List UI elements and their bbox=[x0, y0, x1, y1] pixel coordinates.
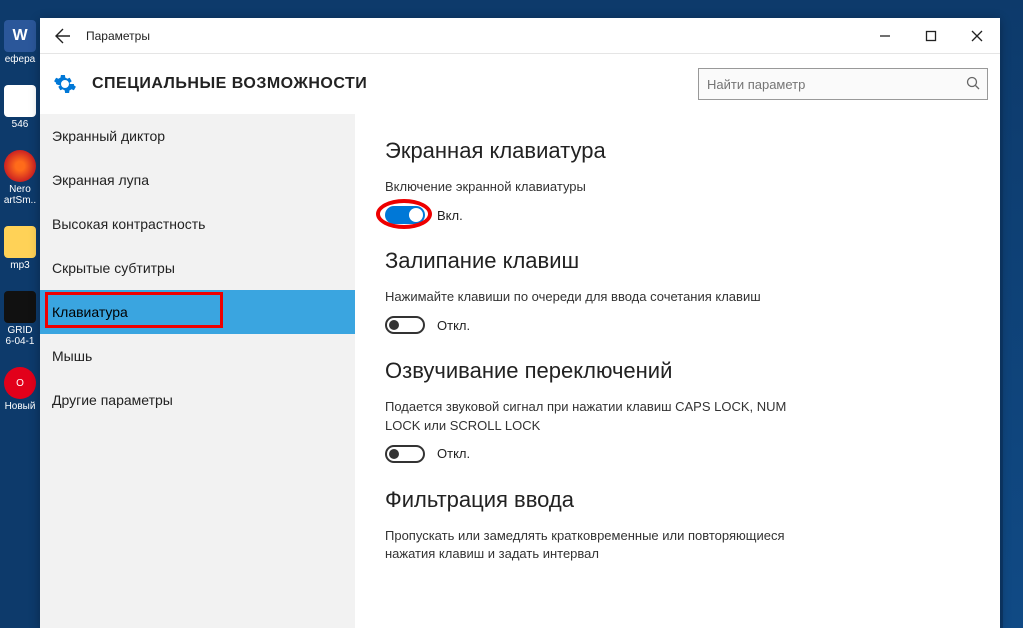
sidebar-item-magnifier[interactable]: Экранная лупа bbox=[40, 158, 355, 202]
desktop-right-strip bbox=[1003, 0, 1023, 628]
close-icon bbox=[971, 30, 983, 42]
section-sticky-keys: Залипание клавиш Нажимайте клавиши по оч… bbox=[385, 248, 970, 334]
arrow-left-icon bbox=[55, 28, 71, 44]
settings-window: Параметры СПЕЦИАЛЬНЫЕ ВОЗМОЖНОСТИ Экранн… bbox=[40, 18, 1000, 628]
maximize-button[interactable] bbox=[908, 18, 954, 54]
sidebar-item-label: Скрытые субтитры bbox=[52, 260, 175, 276]
maximize-icon bbox=[925, 30, 937, 42]
toggle-sticky-keys[interactable] bbox=[385, 316, 425, 334]
section-title: Фильтрация ввода bbox=[385, 487, 970, 513]
toggle-state-label: Откл. bbox=[437, 318, 470, 333]
sidebar-item-label: Другие параметры bbox=[52, 392, 173, 408]
desktop-icon-mp3[interactable]: mp3 bbox=[1, 226, 39, 271]
toggle-state-label: Откл. bbox=[437, 446, 470, 461]
sidebar-item-narrator[interactable]: Экранный диктор bbox=[40, 114, 355, 158]
sidebar-item-keyboard[interactable]: Клавиатура bbox=[40, 290, 355, 334]
titlebar: Параметры bbox=[40, 18, 1000, 54]
search-icon bbox=[966, 76, 980, 93]
sidebar-item-label: Клавиатура bbox=[52, 304, 128, 320]
toggle-row-sticky-keys: Откл. bbox=[385, 316, 970, 334]
sidebar: Экранный диктор Экранная лупа Высокая ко… bbox=[40, 114, 355, 628]
section-desc: Пропускать или замедлять кратковременные… bbox=[385, 527, 815, 563]
section-desc: Включение экранной клавиатуры bbox=[385, 178, 815, 196]
search-input[interactable] bbox=[698, 68, 988, 100]
sidebar-item-label: Высокая контрастность bbox=[52, 216, 205, 232]
header-row: СПЕЦИАЛЬНЫЕ ВОЗМОЖНОСТИ bbox=[40, 54, 1000, 114]
window-title: Параметры bbox=[86, 29, 150, 43]
close-button[interactable] bbox=[954, 18, 1000, 54]
content-pane: Экранная клавиатура Включение экранной к… bbox=[355, 114, 1000, 628]
section-desc: Нажимайте клавиши по очереди для ввода с… bbox=[385, 288, 815, 306]
desktop-icon-nero[interactable]: Nero artSm.. bbox=[1, 150, 39, 206]
sidebar-item-closed-captions[interactable]: Скрытые субтитры bbox=[40, 246, 355, 290]
minimize-button[interactable] bbox=[862, 18, 908, 54]
section-desc: Подается звуковой сигнал при нажатии кла… bbox=[385, 398, 815, 434]
desktop-icon-doc[interactable]: 546 bbox=[1, 85, 39, 130]
search-wrap bbox=[698, 68, 988, 100]
minimize-icon bbox=[879, 30, 891, 42]
sidebar-item-label: Экранный диктор bbox=[52, 128, 165, 144]
section-filter-keys: Фильтрация ввода Пропускать или замедлят… bbox=[385, 487, 970, 563]
gear-icon bbox=[52, 71, 78, 97]
section-onscreen-keyboard: Экранная клавиатура Включение экранной к… bbox=[385, 138, 970, 224]
section-title: Экранная клавиатура bbox=[385, 138, 970, 164]
sidebar-item-other[interactable]: Другие параметры bbox=[40, 378, 355, 422]
toggle-onscreen-keyboard[interactable] bbox=[385, 206, 425, 224]
sidebar-item-mouse[interactable]: Мышь bbox=[40, 334, 355, 378]
sidebar-item-high-contrast[interactable]: Высокая контрастность bbox=[40, 202, 355, 246]
sidebar-item-label: Мышь bbox=[52, 348, 92, 364]
desktop-icon-opera[interactable]: OНовый bbox=[1, 367, 39, 412]
desktop-icon-grid[interactable]: GRID 6-04-1 bbox=[1, 291, 39, 347]
section-title: Залипание клавиш bbox=[385, 248, 970, 274]
section-title: Озвучивание переключений bbox=[385, 358, 970, 384]
toggle-toggle-keys[interactable] bbox=[385, 445, 425, 463]
toggle-row-toggle-keys: Откл. bbox=[385, 445, 970, 463]
toggle-row-onscreen-keyboard: Вкл. bbox=[385, 206, 970, 224]
toggle-state-label: Вкл. bbox=[437, 208, 463, 223]
header-title: СПЕЦИАЛЬНЫЕ ВОЗМОЖНОСТИ bbox=[92, 75, 367, 93]
back-button[interactable] bbox=[40, 18, 86, 54]
desktop-icons: Wефера 546 Nero artSm.. mp3 GRID 6-04-1 … bbox=[0, 0, 40, 628]
desktop-icon-word[interactable]: Wефера bbox=[1, 20, 39, 65]
sidebar-item-label: Экранная лупа bbox=[52, 172, 149, 188]
section-toggle-keys: Озвучивание переключений Подается звуков… bbox=[385, 358, 970, 462]
window-body: Экранный диктор Экранная лупа Высокая ко… bbox=[40, 114, 1000, 628]
